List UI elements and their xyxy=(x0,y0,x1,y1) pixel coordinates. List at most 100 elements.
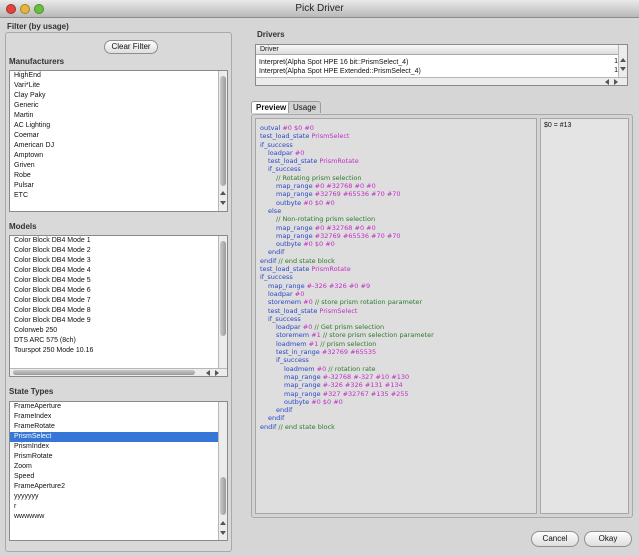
code-line: if_success xyxy=(260,315,536,323)
driver-row-1[interactable]: Interpret(Alpha Spot HPE 16 bit::PrismSe… xyxy=(256,58,618,67)
manufacturer-item[interactable]: ETC xyxy=(10,191,219,201)
state-type-item[interactable]: r xyxy=(10,502,219,512)
state-type-item[interactable]: PrismSelect xyxy=(10,432,219,442)
model-item[interactable]: Color Block DB4 Mode 3 xyxy=(10,256,219,266)
manufacturer-item[interactable]: Robe xyxy=(10,171,219,181)
model-item[interactable]: Color Block DB4 Mode 6 xyxy=(10,286,219,296)
manufacturer-item[interactable]: Coemar xyxy=(10,131,219,141)
manufacturer-item[interactable]: Vari*Lite xyxy=(10,81,219,91)
state-type-item[interactable]: PrismIndex xyxy=(10,442,219,452)
scroll-down-arrow-icon[interactable] xyxy=(220,531,226,535)
manufacturer-item[interactable]: Griven xyxy=(10,161,219,171)
code-argument: #1 xyxy=(306,339,319,348)
manufacturer-item[interactable]: Clay Paky xyxy=(10,91,219,101)
manufacturer-item[interactable]: Martin xyxy=(10,111,219,121)
clear-filter-button[interactable]: Clear Filter xyxy=(104,40,158,54)
scroll-thumb[interactable] xyxy=(220,477,226,515)
state-type-item[interactable]: yyyyyyy xyxy=(10,492,219,502)
state-types-list[interactable]: FrameAperture FrameIndex FrameRotate PrismS… xyxy=(9,401,228,541)
code-keyword: outval xyxy=(260,124,281,132)
code-comment: // rotation rate xyxy=(326,364,376,373)
models-horizontal-scrollbar[interactable] xyxy=(10,368,227,376)
model-item[interactable]: Color Block DB4 Mode 1 xyxy=(10,236,219,246)
model-item[interactable]: Color Block DB4 Mode 7 xyxy=(10,296,219,306)
scroll-right-arrow-icon[interactable] xyxy=(614,79,618,85)
code-keyword: if_success xyxy=(260,273,293,282)
manufacturers-scrollbar[interactable] xyxy=(218,71,227,211)
code-keyword: loadmem xyxy=(284,364,315,373)
model-item[interactable]: DTS ARC 575 (8ch) xyxy=(10,336,219,346)
manufacturer-item[interactable]: Pulsar xyxy=(10,181,219,191)
code-keyword: map_range xyxy=(276,231,313,240)
model-item[interactable]: Color Block DB4 Mode 2 xyxy=(10,246,219,256)
state-type-item[interactable]: Zoom xyxy=(10,462,219,472)
drivers-horizontal-scrollbar[interactable] xyxy=(256,77,627,85)
models-vertical-scrollbar[interactable] xyxy=(218,236,227,368)
code-line: map_range #0 #32768 #0 #0 xyxy=(260,182,536,190)
state-type-item[interactable]: Speed xyxy=(10,472,219,482)
code-keyword: loadpar xyxy=(276,323,301,332)
manufacturer-item[interactable]: Generic xyxy=(10,101,219,111)
state-type-item[interactable]: PrismRotate xyxy=(10,452,219,462)
manufacturer-item[interactable]: HighEnd xyxy=(10,71,219,81)
model-item[interactable]: Colorweb 250 xyxy=(10,326,219,336)
manufacturer-item[interactable]: Amptown xyxy=(10,151,219,161)
code-keyword: if_success xyxy=(276,356,309,365)
state-type-item[interactable]: FrameRotate xyxy=(10,422,219,432)
drivers-vertical-scrollbar[interactable] xyxy=(618,45,627,77)
scroll-left-arrow-icon[interactable] xyxy=(605,79,609,85)
code-line: endif xyxy=(260,406,536,414)
scroll-right-arrow-icon[interactable] xyxy=(215,370,219,376)
model-item[interactable]: Tourspot 250 Mode 10.16 xyxy=(10,346,219,356)
code-line: endif // end state block xyxy=(260,423,536,431)
code-keyword: map_range xyxy=(276,190,313,199)
manufacturer-item[interactable]: American DJ xyxy=(10,141,219,151)
drivers-table[interactable]: Driver Interpret(Alpha Spot HPE 16 bit::… xyxy=(255,44,628,86)
code-comment: // store prism selection parameter xyxy=(320,331,434,340)
code-line: map_range #-326 #326 #0 #9 xyxy=(260,282,536,290)
cancel-button[interactable]: Cancel xyxy=(531,531,579,547)
code-line: test_load_state PrismSelect xyxy=(260,307,536,315)
models-list[interactable]: Color Block DB4 Mode 1 Color Block DB4 Mo… xyxy=(9,235,228,377)
code-keyword: storemem xyxy=(268,298,302,307)
scroll-thumb[interactable] xyxy=(220,241,226,336)
code-line: loadpar #0 // Get prism selection xyxy=(260,323,536,331)
state-types-scrollbar[interactable] xyxy=(218,402,227,540)
filter-title: Filter (by usage) xyxy=(7,22,69,31)
state-type-item[interactable]: FrameAperture2 xyxy=(10,482,219,492)
manufacturers-list[interactable]: HighEnd Vari*Lite Clay Paky Generic Martin AC… xyxy=(9,70,228,212)
scroll-up-arrow-icon[interactable] xyxy=(220,191,226,195)
code-keyword: endif xyxy=(260,256,277,265)
code-line: map_range #32769 #65536 #70 #70 xyxy=(260,232,536,240)
code-keyword: endif xyxy=(268,248,285,257)
scroll-left-arrow-icon[interactable] xyxy=(206,370,210,376)
scroll-down-arrow-icon[interactable] xyxy=(620,67,626,71)
driver-column-header[interactable]: Driver xyxy=(256,45,618,55)
code-line: map_range #-32768 #-327 #10 #130 xyxy=(260,373,536,381)
state-type-item[interactable]: wwwwww xyxy=(10,512,219,522)
scroll-down-arrow-icon[interactable] xyxy=(220,201,226,205)
state-type-item[interactable]: FrameIndex xyxy=(10,412,219,422)
state-type-item[interactable]: FrameAperture xyxy=(10,402,219,412)
driver-row-2[interactable]: Interpret(Alpha Spot HPE Extended::Prism… xyxy=(256,67,618,76)
scroll-thumb[interactable] xyxy=(13,370,195,375)
preview-output: $0 = #13 xyxy=(540,118,629,514)
code-line: endif // end state block xyxy=(260,257,536,265)
model-item[interactable]: Color Block DB4 Mode 5 xyxy=(10,276,219,286)
scroll-up-arrow-icon[interactable] xyxy=(220,521,226,525)
okay-button[interactable]: Okay xyxy=(584,531,632,547)
code-comment: // store prism rotation parameter xyxy=(312,298,423,307)
preview-code-view[interactable]: outval #0 $0 #0 test_load_state PrismSele… xyxy=(255,118,537,514)
code-comment: // end state block xyxy=(276,256,335,265)
tab-preview[interactable]: Preview xyxy=(251,101,292,113)
model-item[interactable]: Color Block DB4 Mode 8 xyxy=(10,306,219,316)
code-argument: #1 xyxy=(309,331,321,340)
manufacturer-item[interactable]: AC Lighting xyxy=(10,121,219,131)
code-keyword: loadmem xyxy=(276,339,307,348)
tab-usage[interactable]: Usage xyxy=(288,101,322,113)
code-line: outbyte #0 $0 #0 xyxy=(260,398,536,406)
scroll-thumb[interactable] xyxy=(220,76,226,186)
model-item[interactable]: Color Block DB4 Mode 9 xyxy=(10,316,219,326)
scroll-up-arrow-icon[interactable] xyxy=(620,58,626,62)
model-item[interactable]: Color Block DB4 Mode 4 xyxy=(10,266,219,276)
